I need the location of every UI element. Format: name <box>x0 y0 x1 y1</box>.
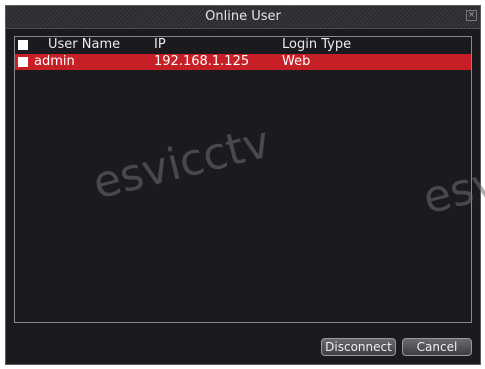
row-checkbox[interactable] <box>18 57 28 67</box>
cancel-button[interactable]: Cancel <box>402 338 472 356</box>
dialog-title: Online User <box>205 9 281 24</box>
user-name-cell: admin <box>34 54 75 69</box>
column-header-user-name[interactable]: User Name <box>48 37 120 53</box>
title-bar: Online User × <box>6 6 480 29</box>
table-row[interactable]: admin 192.168.1.125 Web <box>15 54 471 70</box>
table-header: User Name IP Login Type <box>15 37 471 53</box>
close-icon[interactable]: × <box>466 10 477 21</box>
online-user-table: User Name IP Login Type admin 192.168.1.… <box>14 36 472 323</box>
login-type-cell: Web <box>282 54 311 69</box>
select-all-checkbox[interactable] <box>18 40 28 50</box>
disconnect-button[interactable]: Disconnect <box>321 338 396 356</box>
column-header-login-type[interactable]: Login Type <box>282 37 351 53</box>
column-header-ip[interactable]: IP <box>154 37 166 53</box>
ip-cell: 192.168.1.125 <box>154 54 250 69</box>
